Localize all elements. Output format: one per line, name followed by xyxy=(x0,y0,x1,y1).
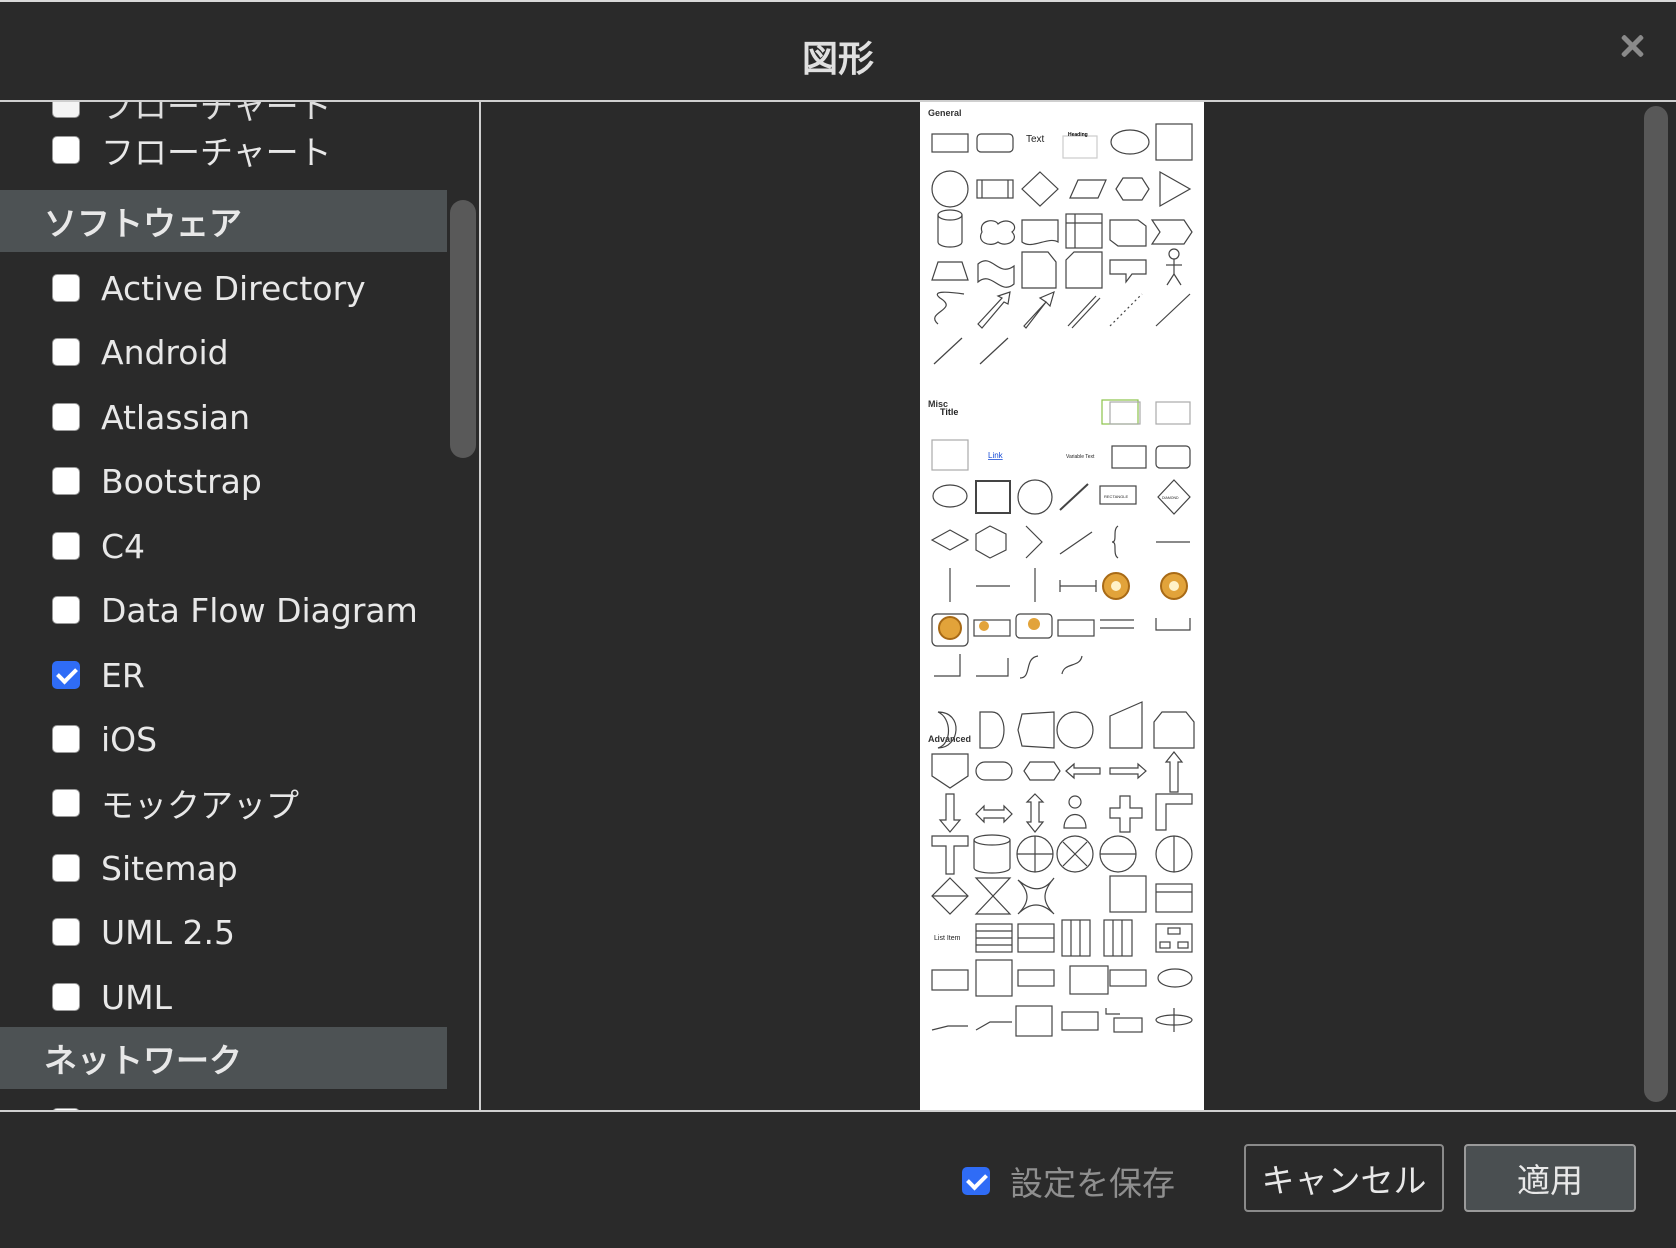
list-item-label: UML xyxy=(101,977,173,1017)
preview-heading: Heading xyxy=(1068,132,1088,138)
save-settings-label: 設定を保存 xyxy=(1010,1164,1175,1203)
checkbox[interactable] xyxy=(52,854,80,882)
list-item-label: iOS xyxy=(101,719,158,759)
preview-rectangle: RECTANGLE xyxy=(1104,494,1128,499)
dialog-footer: 設定を保存 キャンセル 適用 xyxy=(0,1110,1676,1248)
preview-pane: General Misc Advanced Text Heading Title… xyxy=(481,102,1676,1112)
group-header-network: ネットワーク xyxy=(0,1027,447,1089)
shape-library-list: フローチャート フローチャート ソフトウェア Active Directory … xyxy=(0,102,481,1112)
list-item-mockup[interactable]: モックアップ xyxy=(52,773,299,833)
list-item-uml25[interactable]: UML 2.5 xyxy=(52,902,235,962)
save-settings-checkbox[interactable] xyxy=(962,1167,990,1195)
list-item-er[interactable]: ER xyxy=(52,645,145,705)
list-item-active-directory[interactable]: Active Directory xyxy=(52,258,366,318)
checkbox[interactable] xyxy=(52,136,80,164)
checkbox[interactable] xyxy=(52,403,80,431)
preview-text: Text xyxy=(1026,134,1045,145)
list-item-atlassian[interactable]: Atlassian xyxy=(52,387,250,447)
list-item-label: UML 2.5 xyxy=(101,912,235,952)
list-item-ios[interactable]: iOS xyxy=(52,709,157,769)
close-icon[interactable] xyxy=(1616,30,1648,62)
checkbox[interactable] xyxy=(52,102,80,118)
preview-variable-text: Variable Text xyxy=(1066,454,1095,460)
right-scrollbar[interactable] xyxy=(1644,106,1668,1102)
checkbox[interactable] xyxy=(52,918,80,946)
checkbox[interactable] xyxy=(52,725,80,753)
checkbox[interactable] xyxy=(52,789,80,817)
save-settings-option[interactable]: 設定を保存 xyxy=(962,1157,1175,1205)
preview-link: Link xyxy=(988,451,1004,460)
preview-list-item: List Item xyxy=(934,935,961,942)
list-item-label: Bootstrap xyxy=(101,461,262,501)
shape-preview-image: General Misc Advanced Text Heading Title… xyxy=(920,102,1204,1112)
list-item-label: モックアップ xyxy=(101,786,299,825)
list-item-uml[interactable]: UML xyxy=(52,967,172,1027)
dialog-title: 図形 xyxy=(801,39,874,80)
checkbox[interactable] xyxy=(52,338,80,366)
list-item-partial-bottom[interactable] xyxy=(52,1092,101,1112)
list-item-label: Sitemap xyxy=(101,848,238,888)
checkbox[interactable] xyxy=(52,274,80,302)
dialog-titlebar: 図形 xyxy=(0,2,1676,102)
shapes-thumbnail-grid: Text Heading Title Link Variable Text RE… xyxy=(930,123,1195,1037)
checkbox[interactable] xyxy=(52,532,80,560)
list-item-c4[interactable]: C4 xyxy=(52,516,145,576)
list-item-label: Android xyxy=(101,332,229,372)
list-item-label: ER xyxy=(101,655,145,695)
list-item-label: フローチャート xyxy=(101,133,332,172)
checkbox[interactable] xyxy=(52,596,80,624)
list-item-label: Active Directory xyxy=(101,268,366,308)
list-item-flowchart[interactable]: フローチャート xyxy=(52,120,332,180)
cancel-button[interactable]: キャンセル xyxy=(1244,1144,1444,1212)
preview-diamond: DIAMOND xyxy=(1162,496,1179,500)
list-item-label: Atlassian xyxy=(101,397,251,437)
checkbox[interactable] xyxy=(52,467,80,495)
shapes-dialog: 図形 フローチャート フローチャート ソフトウェア Active Directo… xyxy=(0,0,1676,1246)
list-item-data-flow-diagram[interactable]: Data Flow Diagram xyxy=(52,580,418,640)
list-item-bootstrap[interactable]: Bootstrap xyxy=(52,451,262,511)
group-header-software: ソフトウェア xyxy=(0,190,447,252)
left-scrollbar[interactable] xyxy=(450,200,476,458)
list-item-label: Data Flow Diagram xyxy=(101,590,418,630)
checkbox[interactable] xyxy=(52,983,80,1011)
preview-title: Title xyxy=(940,407,958,417)
list-item-android[interactable]: Android xyxy=(52,322,229,382)
list-item-sitemap[interactable]: Sitemap xyxy=(52,838,238,898)
list-item-label: C4 xyxy=(101,526,146,566)
apply-button[interactable]: 適用 xyxy=(1464,1144,1636,1212)
checkbox-checked[interactable] xyxy=(52,661,80,689)
